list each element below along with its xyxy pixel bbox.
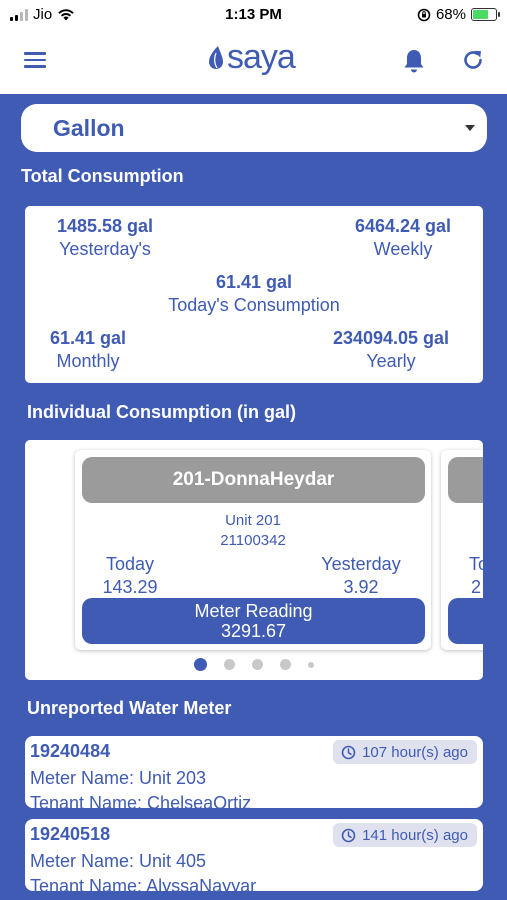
meter-name-text: Meter Name: Unit 203 xyxy=(30,768,207,788)
stat-monthly: 61.41 gal Monthly xyxy=(43,328,133,372)
time-ago-text: 107 hour(s) ago xyxy=(362,743,468,761)
yesterday-label: Yesterday xyxy=(321,554,401,574)
meter-card[interactable]: 201-DonnaHeydar Unit 201 21100342 Today … xyxy=(75,450,431,650)
unreported-meter-item[interactable]: 19240518 141 hour(s) ago Meter Name: Uni… xyxy=(25,819,483,891)
today-label: Today xyxy=(105,554,155,574)
app-header: saya xyxy=(0,30,507,94)
meter-card-name xyxy=(448,457,483,503)
stat-label: Today's Consumption xyxy=(168,295,340,315)
today-label: To xyxy=(469,554,483,574)
yesterday-value: 3.92 xyxy=(343,577,379,597)
menu-icon[interactable] xyxy=(24,52,46,68)
stat-value: 6464.24 gal xyxy=(354,216,452,236)
main-content: Gallon Total Consumption 1485.58 gal Yes… xyxy=(0,94,507,900)
caret-down-icon xyxy=(465,125,475,131)
stat-value: 61.41 gal xyxy=(49,328,127,348)
stat-yesterday: 1485.58 gal Yesterday's xyxy=(43,216,167,260)
tenant-name-text: Tenant Name: AlyssaNayyar xyxy=(30,876,257,891)
meter-card-unit: Unit 201 xyxy=(225,512,281,529)
carousel-pagination xyxy=(25,658,483,671)
logo: saya xyxy=(207,38,296,77)
unreported-meter-id: 19240518 xyxy=(30,824,111,844)
stat-value: 234094.05 gal xyxy=(332,328,450,348)
battery-percent: 68% xyxy=(435,6,466,23)
meter-reading-button[interactable] xyxy=(448,598,483,644)
unreported-meter-id: 19240484 xyxy=(30,741,111,761)
battery-icon xyxy=(471,8,500,21)
stat-value: 61.41 gal xyxy=(215,272,293,292)
stat-label: Yearly xyxy=(366,351,416,371)
pagination-dot[interactable] xyxy=(194,658,207,671)
stat-value: 1485.58 gal xyxy=(56,216,154,236)
pagination-dot[interactable] xyxy=(308,661,314,668)
tenant-name-text: Tenant Name: ChelseaOrtiz xyxy=(30,793,252,808)
time-ago-badge: 107 hour(s) ago xyxy=(333,740,477,764)
time-ago-badge: 141 hour(s) ago xyxy=(333,823,477,847)
clock-icon xyxy=(341,745,356,759)
stat-today: 61.41 gal Today's Consumption xyxy=(145,272,363,316)
stat-label: Yesterday's xyxy=(59,239,151,259)
stat-label: Monthly xyxy=(56,351,120,371)
orientation-lock-icon xyxy=(417,8,431,21)
meter-reading-button[interactable]: Meter Reading 3291.67 xyxy=(82,598,425,644)
individual-consumption-title: Individual Consumption (in gal) xyxy=(27,402,296,422)
leaf-drop-icon xyxy=(209,46,223,69)
meter-card-next[interactable]: To 2 xyxy=(441,450,483,650)
meter-name-text: Meter Name: Unit 405 xyxy=(30,851,207,871)
stat-yearly: 234094.05 gal Yearly xyxy=(317,328,465,372)
meter-card-name: 201-DonnaHeydar xyxy=(82,457,425,503)
unreported-meter-title: Unreported Water Meter xyxy=(27,698,232,718)
meter-card-id: 21100342 xyxy=(220,532,286,549)
refresh-icon[interactable] xyxy=(461,48,485,72)
total-consumption-title: Total Consumption xyxy=(21,166,184,186)
status-right: 68% xyxy=(417,6,500,23)
unit-select[interactable]: Gallon xyxy=(21,104,487,152)
status-bar: Jio 1:13 PM 68% xyxy=(0,0,507,30)
bell-icon[interactable] xyxy=(402,48,426,74)
today-value: 2 xyxy=(471,577,482,597)
unit-select-value: Gallon xyxy=(53,115,125,141)
stat-label: Weekly xyxy=(373,239,433,259)
logo-text: saya xyxy=(227,38,296,76)
pagination-dot[interactable] xyxy=(224,659,235,670)
meter-reading-value: 3291.67 xyxy=(220,621,287,641)
total-consumption-card: 1485.58 gal Yesterday's 6464.24 gal Week… xyxy=(25,206,483,383)
unreported-meter-item[interactable]: 19240484 107 hour(s) ago Meter Name: Uni… xyxy=(25,736,483,808)
meter-reading-label: Meter Reading xyxy=(194,601,313,621)
clock-icon xyxy=(341,828,356,842)
pagination-dot[interactable] xyxy=(252,659,263,670)
pagination-dot[interactable] xyxy=(280,659,291,670)
time-ago-text: 141 hour(s) ago xyxy=(362,826,468,844)
today-value: 143.29 xyxy=(102,577,158,597)
individual-consumption-carousel[interactable]: 201-DonnaHeydar Unit 201 21100342 Today … xyxy=(25,440,483,680)
stat-weekly: 6464.24 gal Weekly xyxy=(338,216,468,260)
